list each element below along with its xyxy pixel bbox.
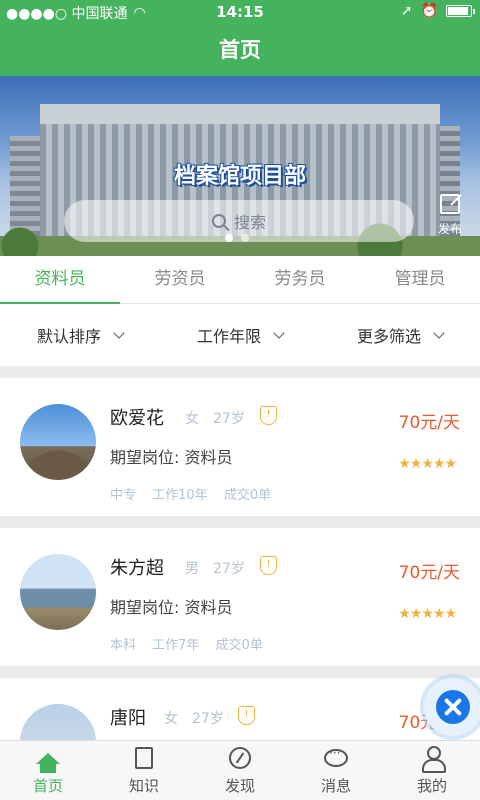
nav-knowledge[interactable]: 知识	[96, 741, 192, 800]
nav-profile[interactable]: 我的	[384, 741, 480, 800]
compass-icon	[229, 747, 251, 769]
nav-profile-label: 我的	[416, 777, 447, 795]
avatar	[20, 404, 96, 480]
book-icon	[135, 747, 153, 769]
sort-filter-label: 默认排序	[36, 327, 101, 346]
more-filter[interactable]: 更多筛选	[320, 304, 480, 366]
avatar	[20, 704, 96, 740]
nav-home-label: 首页	[32, 777, 63, 795]
publish-button[interactable]: 发布	[438, 194, 462, 237]
tab-laowuyuan[interactable]: 劳务员	[240, 256, 360, 303]
search-placeholder: 搜索	[233, 213, 266, 232]
chevron-down-icon	[113, 326, 125, 339]
shield-icon: !	[238, 706, 255, 725]
location-icon: ➚	[400, 3, 413, 19]
experience-tag: 工作10年	[152, 488, 208, 503]
status-bar: ●●●●○ 中国联通 ◠ 14:15 ➚ ⏰	[0, 0, 480, 24]
user-icon	[422, 746, 446, 773]
experience-tag: 工作7年	[152, 638, 200, 653]
nav-messages[interactable]: 消息	[288, 741, 384, 800]
candidate-post: 期望岗位: 资料员	[110, 448, 233, 467]
candidate-name: 朱方超	[110, 558, 164, 579]
page-title: 首页	[219, 38, 261, 62]
candidate-post: 期望岗位: 资料员	[110, 598, 233, 617]
bottom-nav: 首页 知识 发现 消息 我的	[0, 740, 480, 800]
candidate-price: 70元/天	[398, 413, 460, 433]
chevron-down-icon	[433, 326, 445, 339]
top-bar: ●●●●○ 中国联通 ◠ 14:15 ➚ ⏰ 首页	[0, 0, 480, 76]
candidate-card[interactable]: 朱方超 男 27岁 ! 70元/天 期望岗位: 资料员 ★★★★★ 本科 工作7…	[0, 528, 480, 666]
filter-bar: 默认排序 工作年限 更多筛选	[0, 304, 480, 366]
nav-messages-label: 消息	[320, 777, 351, 795]
candidate-tags: 本科 工作7年 成交0单	[110, 634, 275, 653]
more-filter-label: 更多筛选	[356, 327, 421, 346]
candidate-card[interactable]: 唐阳 女 27岁 ! 70元/天	[0, 678, 480, 740]
deals-tag: 成交0单	[215, 638, 263, 653]
candidate-gender: 女	[164, 711, 178, 727]
nav-knowledge-label: 知识	[128, 777, 159, 795]
home-icon	[36, 752, 60, 773]
banner-pager	[225, 234, 249, 242]
education-tag: 中专	[110, 488, 137, 503]
tab-guanliyuan[interactable]: 管理员	[360, 256, 480, 303]
candidate-list: 欧爱花 女 27岁 ! 70元/天 期望岗位: 资料员 ★★★★★ 中专 工作1…	[0, 366, 480, 740]
candidate-card[interactable]: 欧爱花 女 27岁 ! 70元/天 期望岗位: 资料员 ★★★★★ 中专 工作1…	[0, 378, 480, 516]
experience-filter-label: 工作年限	[196, 327, 261, 346]
nav-discover[interactable]: 发现	[192, 741, 288, 800]
tab-ziliaoyuan[interactable]: 资料员	[0, 256, 120, 304]
avatar	[20, 554, 96, 630]
rating-stars: ★★★★★	[398, 606, 457, 622]
tab-laoziyuan[interactable]: 劳资员	[120, 256, 240, 303]
floating-action-button[interactable]	[424, 678, 480, 736]
search-icon	[211, 214, 226, 228]
sort-filter[interactable]: 默认排序	[0, 304, 160, 366]
status-icons: ➚ ⏰	[400, 3, 475, 19]
candidate-gender: 女	[185, 411, 199, 427]
shield-icon: !	[260, 556, 277, 575]
edit-icon	[439, 194, 460, 214]
candidate-gender: 男	[185, 561, 199, 577]
alarm-icon: ⏰	[420, 3, 438, 19]
chevron-down-icon	[273, 326, 285, 339]
experience-filter[interactable]: 工作年限	[160, 304, 320, 366]
candidate-age: 27岁	[213, 411, 245, 427]
banner-title: 档案馆项目部	[173, 164, 306, 189]
education-tag: 本科	[110, 638, 137, 653]
nav-home[interactable]: 首页	[0, 741, 96, 800]
publish-label: 发布	[437, 222, 462, 236]
category-tabs: 资料员 劳资员 劳务员 管理员	[0, 256, 480, 304]
deals-tag: 成交0单	[223, 488, 272, 503]
nav-discover-label: 发现	[224, 777, 255, 795]
pager-dot	[241, 234, 249, 242]
rating-stars: ★★★★★	[398, 456, 457, 472]
candidate-age: 27岁	[213, 561, 245, 577]
candidate-tags: 中专 工作10年 成交0单	[110, 484, 283, 503]
candidate-name: 唐阳	[110, 708, 146, 729]
candidate-name: 欧爱花	[110, 408, 164, 429]
shield-icon: !	[260, 406, 277, 425]
pager-dot-active	[225, 234, 233, 242]
candidate-price: 70元/天	[398, 563, 460, 583]
candidate-age: 27岁	[192, 711, 224, 727]
message-icon	[324, 746, 348, 767]
battery-icon	[446, 5, 475, 17]
banner[interactable]: 档案馆项目部 搜索 发布	[0, 76, 480, 256]
